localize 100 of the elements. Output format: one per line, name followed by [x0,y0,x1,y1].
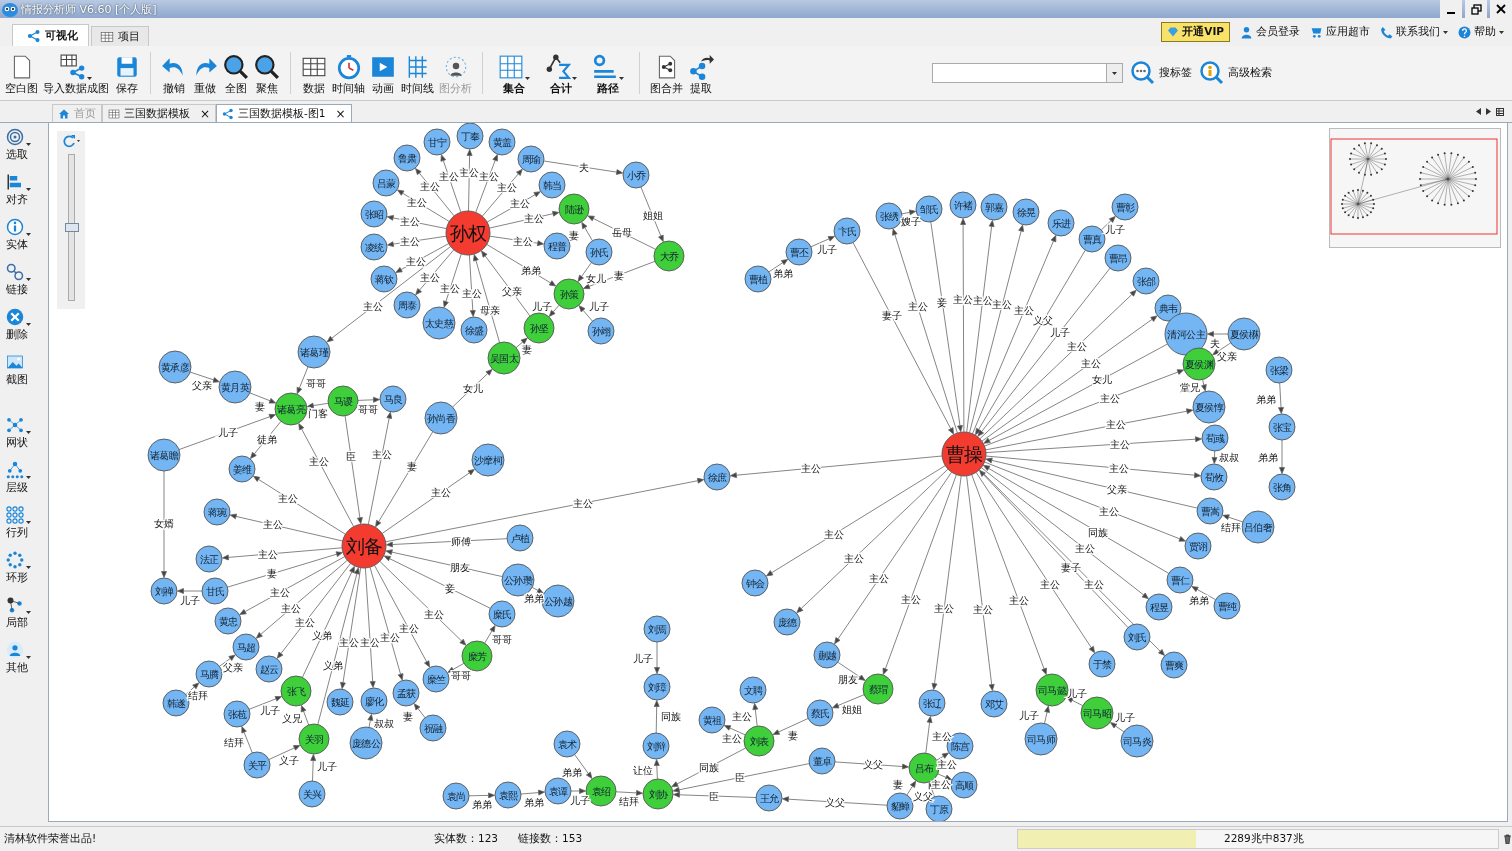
key-person-node[interactable]: 吴国太 [487,341,521,375]
person-node[interactable]: 祝融 [419,714,447,742]
person-node[interactable]: 高顺 [950,771,978,799]
key-person-node[interactable]: 马谡 [327,385,359,417]
person-node[interactable]: 张昭 [360,200,388,228]
person-node[interactable]: 袁术 [553,730,581,758]
person-node[interactable]: 王允 [755,784,783,812]
person-node[interactable]: 张宝 [1268,413,1296,441]
person-node[interactable]: 曹真 [1078,225,1106,253]
toolbar-button[interactable]: 时间轴 [331,50,366,96]
person-node[interactable]: 卢植 [506,524,534,552]
side-tool-button[interactable]: 网状 [0,410,31,455]
person-node[interactable]: 马超 [232,633,260,661]
person-node[interactable]: 周泰 [393,291,421,319]
person-node[interactable]: 曹植 [744,265,772,293]
person-node[interactable]: 黄承彦 [158,350,192,384]
toolbar-button[interactable]: 动画 [369,50,397,96]
person-node[interactable]: 董卓 [808,747,836,775]
side-tool-button[interactable]: 对齐 [0,167,31,212]
toolbar-button[interactable]: 聚焦 [253,50,281,96]
person-node[interactable]: 孙翊 [587,317,615,345]
person-node[interactable]: 荀彧 [1201,424,1229,452]
person-node[interactable]: 孙氏 [585,238,613,266]
person-node[interactable]: 刘禅 [150,577,178,605]
person-node[interactable]: 姜维 [228,455,256,483]
person-node[interactable]: 曹丕 [785,238,813,266]
key-person-node[interactable]: 张飞 [280,675,312,707]
side-tool-button[interactable]: 链接 [0,257,31,302]
person-node[interactable]: 曹嵩 [1196,497,1224,525]
person-node[interactable]: 关平 [243,751,271,779]
header-link[interactable]: 帮助 [1458,25,1504,39]
header-link[interactable]: 会员登录 [1240,25,1300,39]
side-tool-button[interactable]: 选取 [0,122,31,167]
person-node[interactable]: 黄祖 [698,706,726,734]
person-node[interactable]: 孟获 [392,679,420,707]
person-node[interactable]: 韩当 [538,171,566,199]
person-node[interactable]: 程昱 [1145,593,1173,621]
person-node[interactable]: 张苞 [223,700,251,728]
search-button[interactable]: 高级检索 [1200,61,1272,85]
toolbar-button[interactable]: 合计 [539,50,583,96]
person-node[interactable]: 孙尚香 [424,401,458,435]
person-node[interactable]: 太史慈 [422,306,456,340]
person-node[interactable]: 庞德 [773,608,801,636]
side-tool-button[interactable]: 环形 [0,545,31,590]
person-node[interactable]: 袁谭 [544,777,572,805]
person-node[interactable]: 郭嘉 [980,193,1008,221]
toolbar-button[interactable]: 空白图 [4,50,39,96]
header-link[interactable]: 应用超市 [1310,25,1370,39]
person-node[interactable]: 黄忠 [214,607,242,635]
header-link[interactable]: 联系我们 [1380,25,1448,39]
person-node[interactable]: 徐庶 [703,463,731,491]
person-node[interactable]: 凌统 [360,233,388,261]
tab-close-button[interactable]: × [335,106,346,121]
document-tab[interactable]: 三国数据模板 × [102,104,217,122]
central-node[interactable]: 曹操 [941,431,987,477]
side-tool-button[interactable]: 截图 [0,347,28,392]
person-node[interactable]: 袁尚 [442,782,470,810]
toolbar-button[interactable]: 导入数据成图 [42,50,110,96]
toolbar-button[interactable]: 重做 [191,50,219,96]
toolbar-button[interactable]: 保存 [113,50,141,96]
person-node[interactable]: 赵云 [255,655,283,683]
person-node[interactable]: 诸葛瑾 [297,335,331,369]
person-node[interactable]: 黄盖 [488,128,516,156]
toolbar-button[interactable]: 全图 [222,50,250,96]
search-button[interactable]: 搜标签 [1131,61,1192,85]
person-node[interactable]: 廖化 [360,687,388,715]
document-tab[interactable]: 三国数据模板-图1 × [216,104,352,122]
key-person-node[interactable]: 刘表 [743,725,775,757]
person-node[interactable]: 吕蒙 [372,169,400,197]
person-node[interactable]: 蒯越 [813,641,841,669]
person-node[interactable]: 曹仁 [1166,566,1194,594]
person-node[interactable]: 文聘 [739,676,767,704]
toolbar-button[interactable]: 集合 [492,50,536,96]
person-node[interactable]: 袁熙 [494,781,522,809]
central-node[interactable]: 孙权 [445,210,491,256]
key-person-node[interactable]: 关羽 [298,723,330,755]
toolbar-button[interactable]: 路径 [586,50,630,96]
person-node[interactable]: 张角 [1268,473,1296,501]
person-node[interactable]: 刘璋 [643,673,671,701]
person-node[interactable]: 曹纯 [1213,592,1241,620]
central-node[interactable]: 刘备 [341,523,387,569]
key-person-node[interactable]: 夏侯渊 [1182,347,1216,381]
person-node[interactable]: 刘辩 [642,732,670,760]
side-tool-button[interactable]: 行列 [0,500,31,545]
person-node[interactable]: 邓艾 [980,690,1008,718]
person-node[interactable]: 徐盛 [460,316,488,344]
key-person-node[interactable]: 刘协 [642,778,674,810]
person-node[interactable]: 夏侯楙 [1227,317,1261,351]
person-node[interactable]: 曹爽 [1160,651,1188,679]
person-node[interactable]: 清河公主 [1164,312,1208,356]
key-person-node[interactable]: 蔡瑁 [862,673,894,705]
key-person-node[interactable]: 大乔 [653,240,685,272]
person-node[interactable]: 马腾 [195,660,223,688]
toolbar-button[interactable]: 提取 [687,50,715,96]
side-tool-button[interactable]: 局部 [0,590,31,635]
person-node[interactable]: 蒋琬 [203,498,231,526]
person-node[interactable]: 鲁肃 [393,144,421,172]
toolbar-button[interactable]: 时间线 [400,50,435,96]
side-tool-button[interactable]: 其他 [0,635,31,680]
toolbar-button[interactable]: 撤销 [160,50,188,96]
